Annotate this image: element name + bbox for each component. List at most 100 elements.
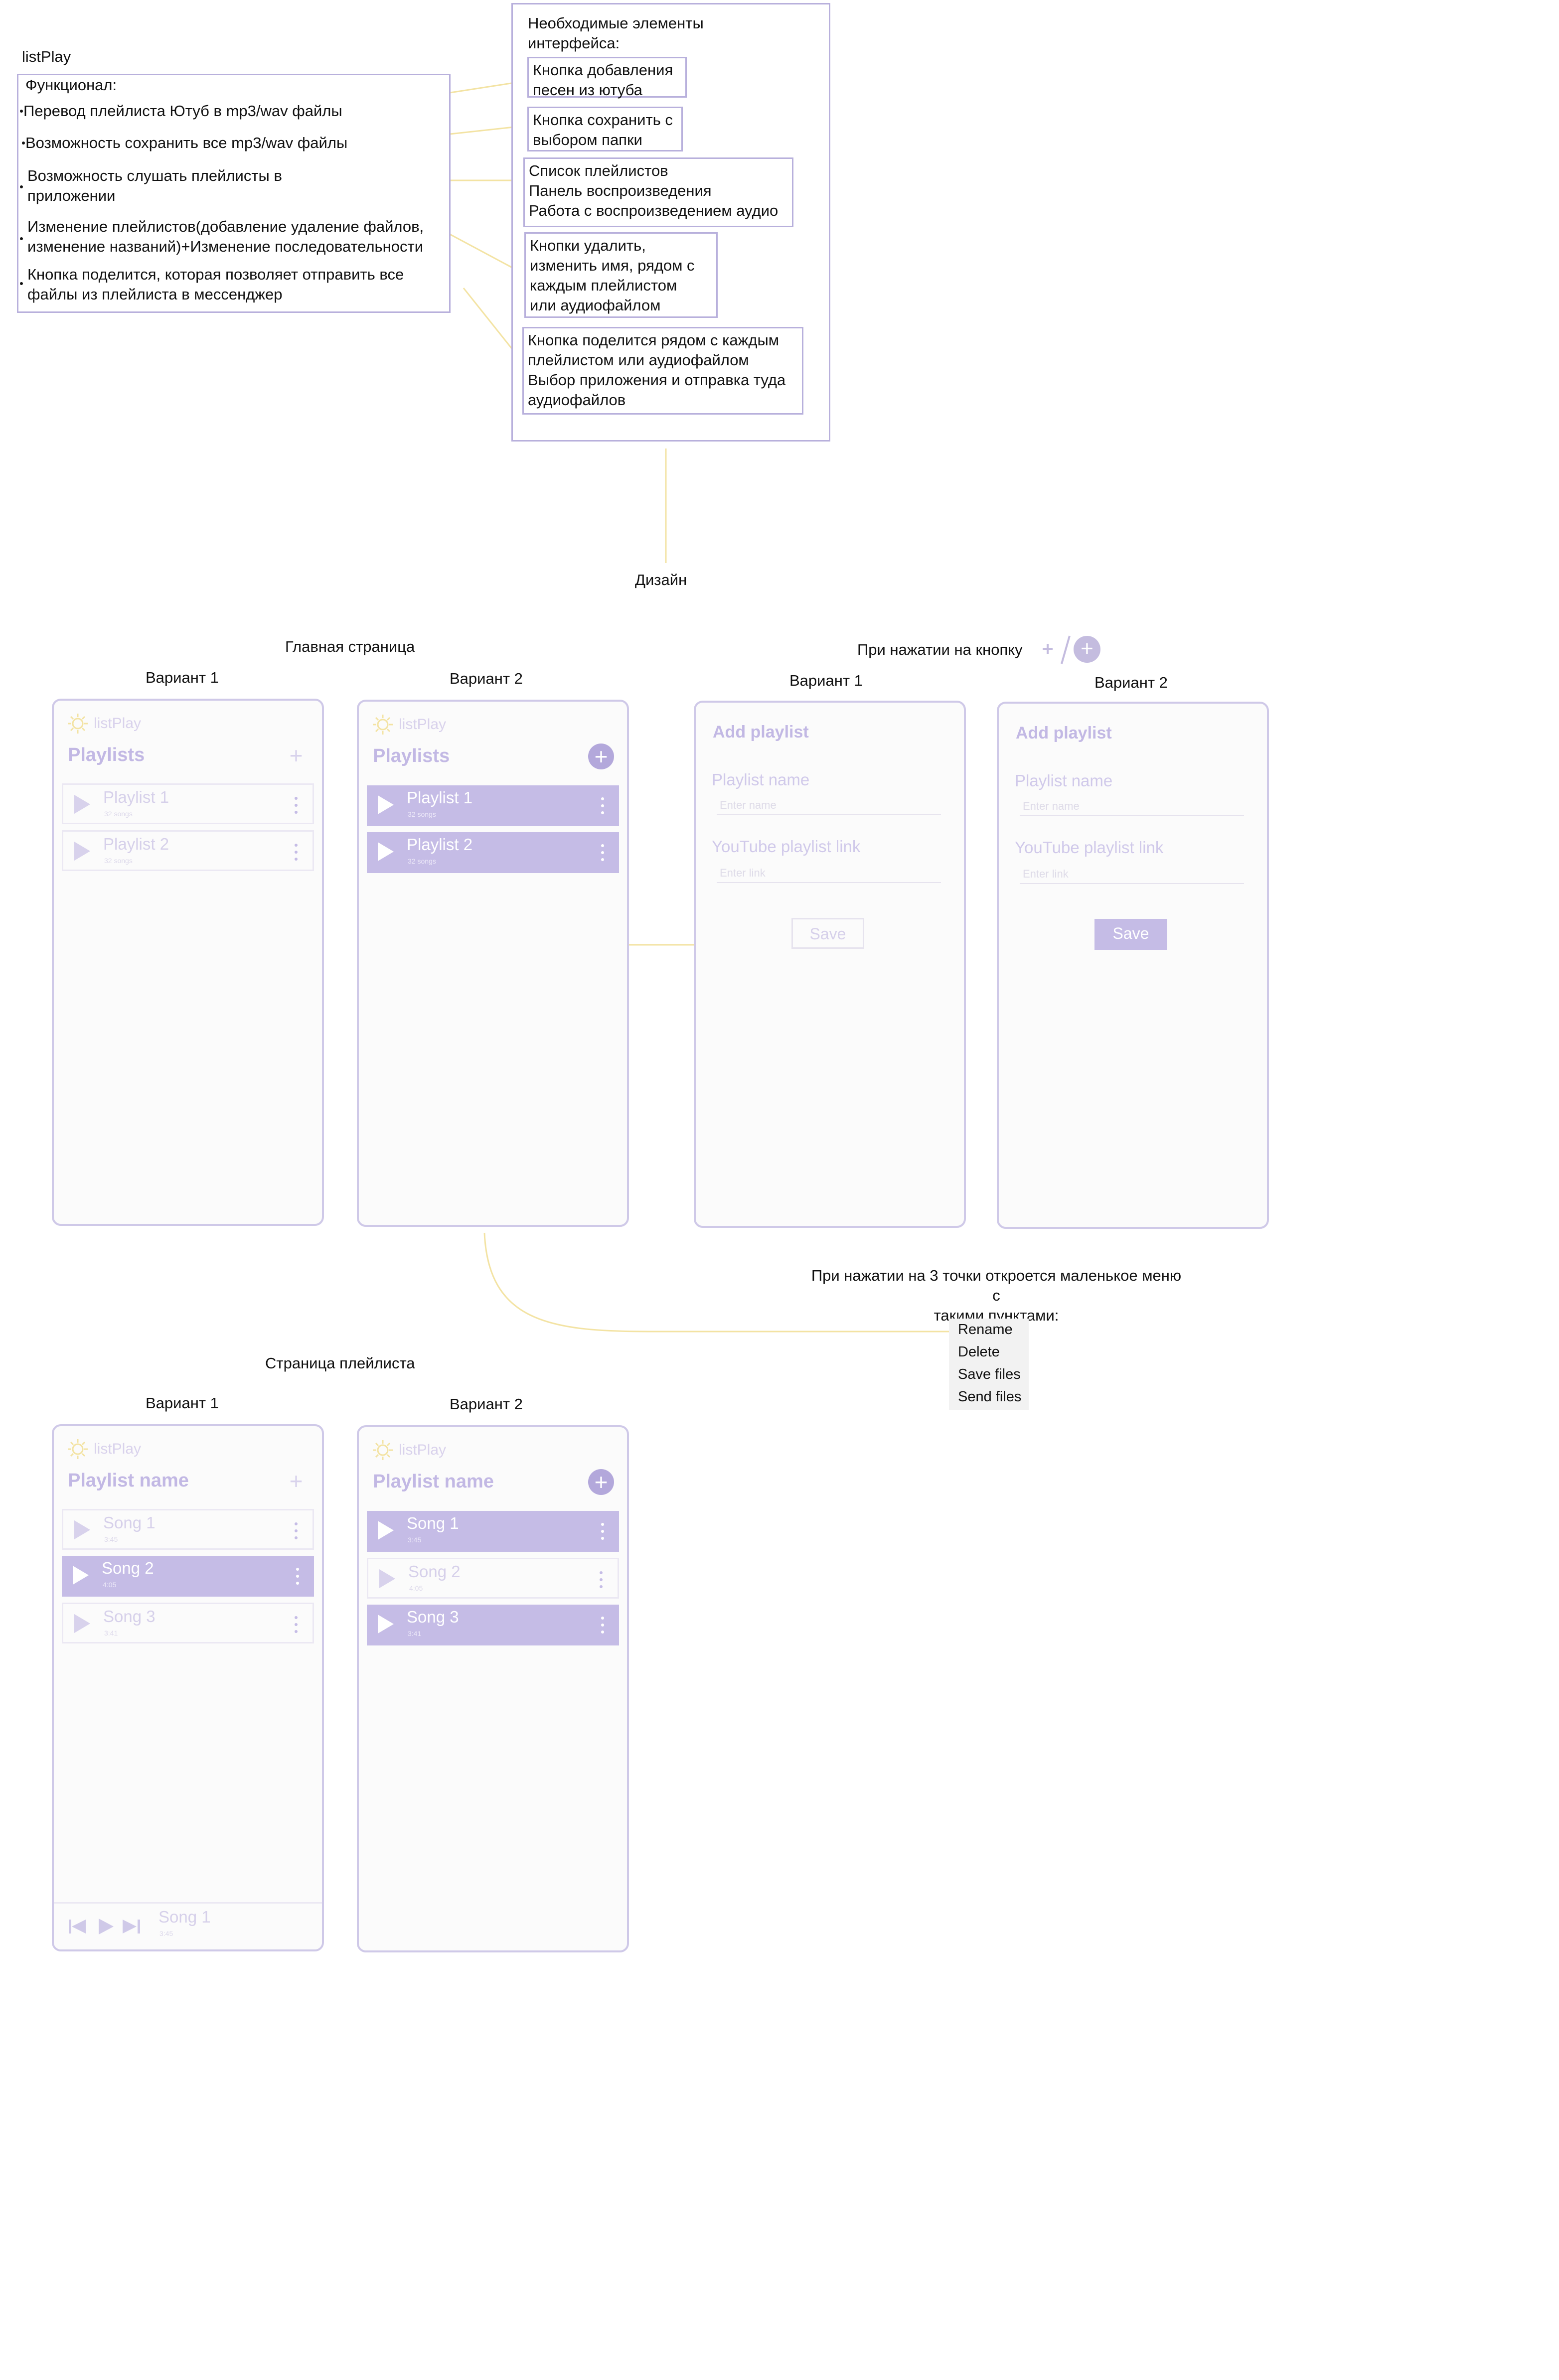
playlist-page-variant2: listPlay Playlist name + Song 1 3:45 Son…	[357, 1425, 629, 1952]
more-icon[interactable]	[295, 1522, 298, 1539]
item-title: Playlist 1	[103, 788, 169, 806]
main-page-variant2: listPlay Playlists + Playlist 1 32 songs…	[357, 700, 629, 1227]
interface-item: Кнопка добавления песен из ютуба	[527, 57, 687, 99]
play-icon[interactable]	[73, 1566, 89, 1585]
add-playlist-variant1: Add playlist Playlist name Enter name Yo…	[694, 701, 966, 1228]
app-logo: listPlay	[372, 714, 446, 736]
menu-item-send-files[interactable]: Send files	[949, 1386, 1029, 1408]
more-icon[interactable]	[601, 844, 604, 861]
app-title: listPlay	[22, 48, 71, 65]
app-logo: listPlay	[372, 1439, 446, 1461]
item-subtitle: 32 songs	[408, 810, 436, 818]
play-icon[interactable]	[378, 1521, 394, 1540]
play-icon[interactable]	[74, 842, 90, 861]
playlist-name-input[interactable]: Enter name	[717, 795, 941, 815]
item-title: Song 3	[407, 1608, 459, 1626]
playlist-page-variant1: listPlay Playlist name + Song 1 3:45 Son…	[52, 1424, 324, 1951]
add-playlist-button[interactable]: +	[283, 743, 309, 768]
variant-label: Вариант 1	[146, 669, 219, 686]
logo-text: listPlay	[94, 1441, 142, 1457]
list-item[interactable]: Song 3 3:41	[62, 1603, 314, 1643]
item-subtitle: 3:45	[104, 1535, 118, 1543]
item-title: Song 2	[102, 1559, 154, 1577]
more-icon[interactable]	[295, 1616, 298, 1633]
list-item[interactable]: Playlist 1 32 songs	[367, 785, 619, 826]
playlist-link-label: YouTube playlist link	[712, 837, 861, 856]
page-title: Playlists	[68, 744, 145, 765]
page-title: Playlist name	[68, 1470, 189, 1491]
bullet	[20, 237, 23, 240]
now-playing-title: Song 1	[158, 1908, 211, 1926]
variant-label: Вариант 1	[146, 1394, 219, 1412]
list-item[interactable]: Song 3 3:41	[367, 1605, 619, 1645]
list-item[interactable]: Playlist 1 32 songs	[62, 783, 314, 824]
more-icon[interactable]	[601, 1523, 604, 1540]
play-icon[interactable]	[74, 1614, 90, 1633]
page-title: Playlist name	[373, 1471, 494, 1492]
next-icon	[123, 1920, 137, 1934]
menu-item-delete[interactable]: Delete	[949, 1341, 1029, 1363]
more-icon[interactable]	[295, 797, 298, 814]
save-button[interactable]: Save	[791, 918, 864, 949]
playlist-link-input[interactable]: Enter link	[717, 863, 941, 883]
play-icon[interactable]	[74, 795, 90, 814]
playlist-name-label: Playlist name	[712, 770, 810, 789]
sun-icon	[373, 1440, 393, 1460]
more-icon[interactable]	[601, 1617, 604, 1634]
app-logo: listPlay	[67, 1438, 141, 1460]
play-icon[interactable]	[74, 1520, 90, 1539]
playlist-link-input[interactable]: Enter link	[1020, 864, 1244, 884]
item-title: Song 3	[103, 1607, 156, 1626]
item-subtitle: 3:45	[408, 1536, 422, 1544]
play-icon[interactable]	[379, 1569, 395, 1588]
item-title: Playlist 2	[407, 835, 473, 854]
variant-label: Вариант 1	[789, 672, 863, 689]
sun-icon	[68, 1439, 88, 1459]
more-icon[interactable]	[600, 1571, 603, 1588]
logo-text: listPlay	[399, 716, 447, 733]
playlist-name-input[interactable]: Enter name	[1020, 796, 1244, 816]
list-item[interactable]: Song 1 3:45	[367, 1511, 619, 1552]
item-subtitle: 4:05	[103, 1581, 117, 1589]
functional-item: Возможность слушать плейлисты в приложен…	[27, 167, 282, 204]
prev-icon	[69, 1920, 71, 1934]
menu-item-save-files[interactable]: Save files	[949, 1363, 1029, 1386]
interface-item: Кнопка поделится рядом с каждым плейлист…	[522, 327, 803, 415]
item-title: Song 2	[408, 1562, 461, 1581]
list-item[interactable]: Song 1 3:45	[62, 1509, 314, 1550]
bullet	[20, 110, 23, 113]
more-icon[interactable]	[295, 844, 298, 861]
interface-item: Кнопки удалить, изменить имя, рядом с ка…	[524, 232, 718, 318]
list-item[interactable]: Song 2 4:05	[62, 1556, 314, 1597]
next-icon	[138, 1920, 140, 1934]
variant-label: Вариант 2	[450, 670, 523, 687]
item-subtitle: 3:41	[104, 1629, 118, 1637]
play-icon[interactable]	[378, 795, 394, 814]
page-title: Playlists	[373, 745, 450, 766]
add-playlist-variant2: Add playlist Playlist name Enter name Yo…	[997, 702, 1269, 1229]
functional-item: Изменение плейлистов(добавление удаление…	[27, 218, 424, 255]
play-icon[interactable]	[378, 1615, 394, 1634]
sun-icon	[68, 714, 88, 734]
list-item[interactable]: Song 2 4:05	[367, 1558, 619, 1599]
context-menu: Rename Delete Save files Send files	[949, 1319, 1029, 1410]
interface-title: Необходимые элементы интерфейса:	[528, 14, 704, 52]
bullet	[20, 282, 23, 285]
more-icon[interactable]	[296, 1568, 299, 1585]
item-subtitle: 4:05	[409, 1584, 423, 1592]
list-item[interactable]: Playlist 2 32 songs	[62, 830, 314, 871]
logo-text: listPlay	[94, 715, 142, 732]
form-title: Add playlist	[713, 723, 809, 742]
add-song-button[interactable]: +	[283, 1468, 309, 1494]
menu-item-rename[interactable]: Rename	[949, 1319, 1029, 1341]
variant-label: Вариант 2	[450, 1395, 523, 1413]
add-circle-icon: +	[1074, 636, 1100, 663]
play-icon[interactable]	[378, 842, 394, 861]
add-playlist-button[interactable]: +	[588, 744, 614, 769]
item-subtitle: 32 songs	[104, 810, 133, 818]
add-song-button[interactable]: +	[588, 1469, 614, 1495]
item-title: Playlist 2	[103, 835, 169, 853]
more-icon[interactable]	[601, 797, 604, 814]
list-item[interactable]: Playlist 2 32 songs	[367, 832, 619, 873]
save-button[interactable]: Save	[1094, 919, 1167, 950]
